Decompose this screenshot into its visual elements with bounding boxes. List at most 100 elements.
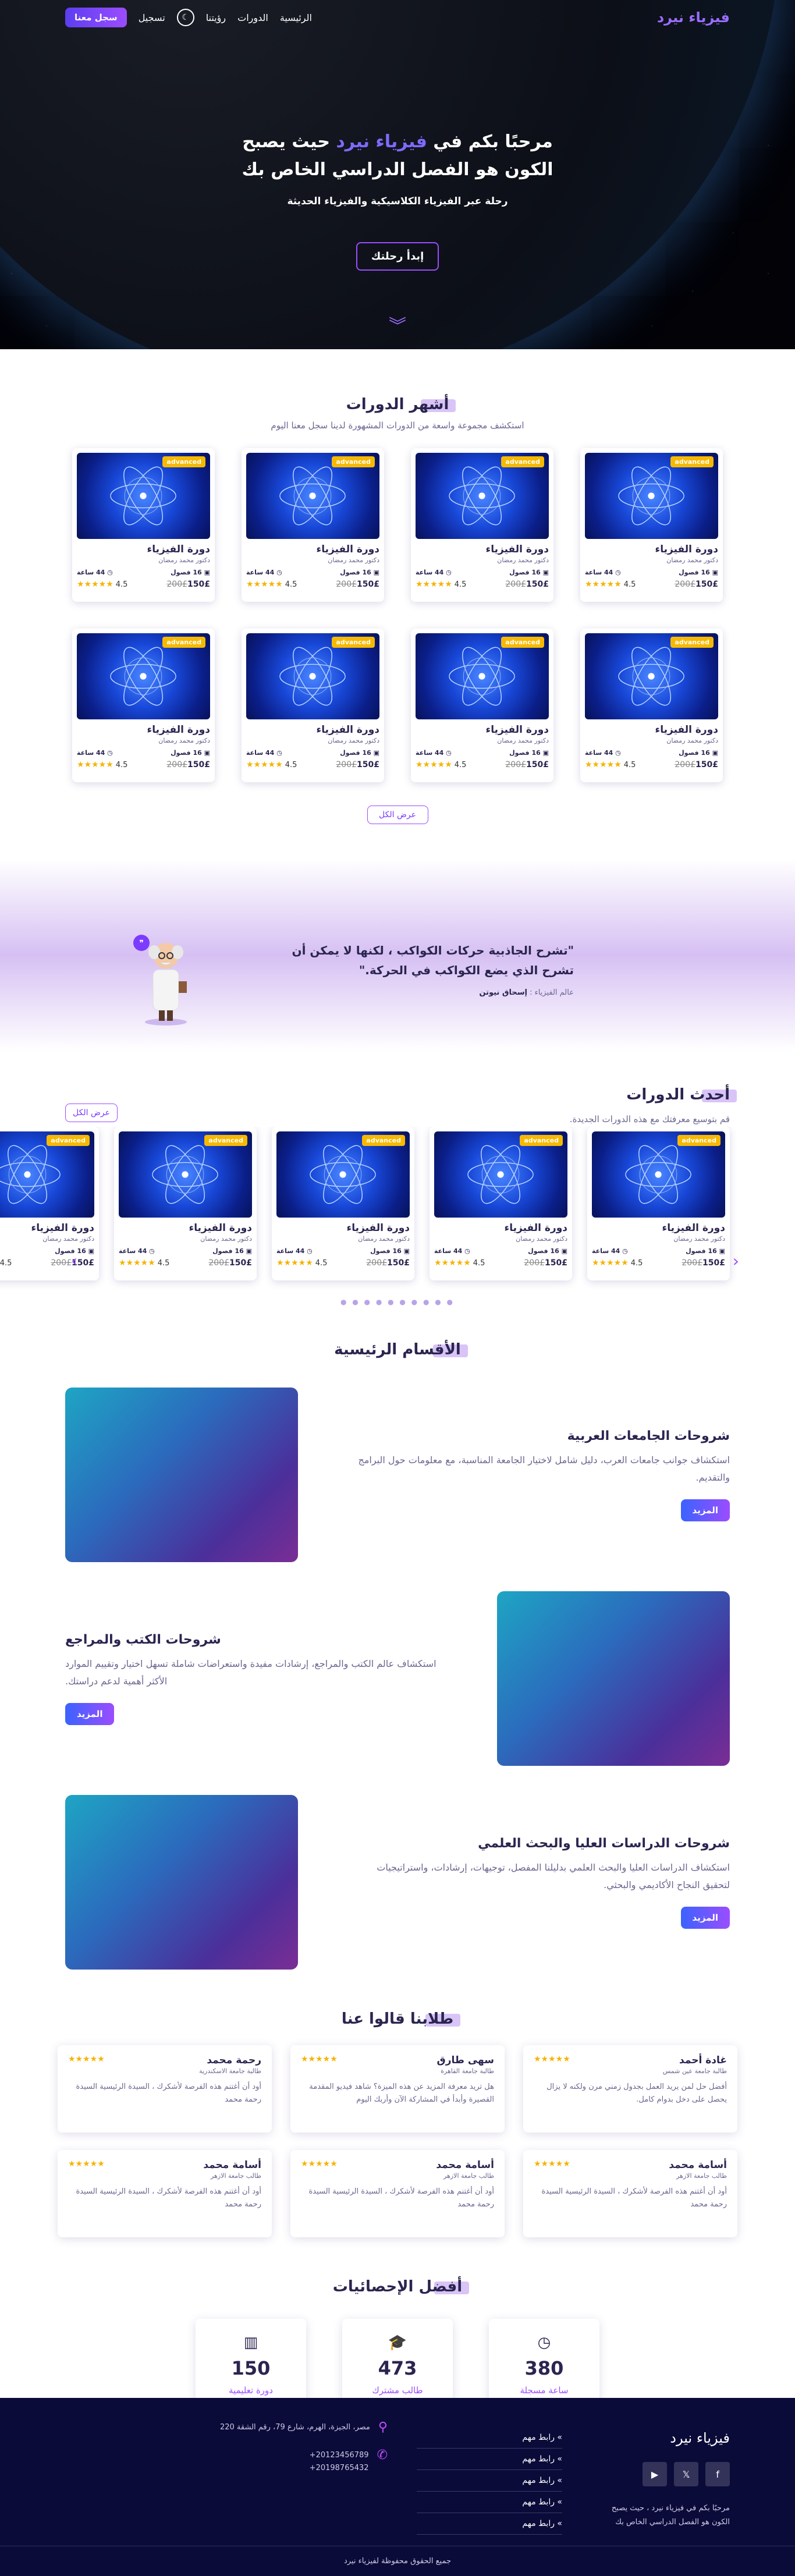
level-badge: advanced [501,637,544,648]
slider-next-icon[interactable]: › [71,1251,77,1271]
level-badge: advanced [362,1135,405,1146]
course-price: 200£150£ [164,760,210,769]
footer-link[interactable]: » رابط مهم [417,2427,562,2449]
course-card[interactable]: advanced دورة الفيزياء دكتور محمد رمضان … [72,448,215,602]
twitter-icon[interactable]: 𝕏 [674,2462,698,2486]
course-card[interactable]: advanced دورة الفيزياء دكتور محمد رمضان … [430,1127,572,1280]
course-card[interactable]: advanced دورة الفيزياء دكتور محمد رمضان … [580,448,723,602]
scroll-down-icon[interactable]: ︾ [0,311,795,337]
course-rating: 4.5★★★★★ [585,580,636,589]
latest-slider[interactable]: advanced دورة الفيزياء دكتور محمد رمضان … [0,1127,795,1301]
hours-count: ◷ 44 ساعة [246,749,282,757]
department-row: شروحات الكتب والمراجع استكشاف عالم الكتب… [65,1591,730,1766]
course-price: 200£150£ [364,1258,410,1268]
chapters-count: ▣ 16 فصول [340,749,379,757]
course-card[interactable]: advanced دورة الفيزياء دكتور محمد رمضان … [242,448,384,602]
course-author: دكتور محمد رمضان [497,556,549,564]
departments-section: الأقسام الرئيسية شروحات الجامعات العربية… [0,1341,795,1970]
phone-text[interactable]: 20123456789+ 20198765432+ [310,2449,369,2475]
level-badge: advanced [332,456,375,467]
nav-link-courses[interactable]: الدورات [237,12,268,23]
show-all-latest-button[interactable]: عرض الكل [65,1104,118,1122]
address-text: مصر، الجيزة، الهرم، شارع 79، رقم الشقة 2… [219,2423,370,2432]
youtube-icon[interactable]: ▶ [643,2462,667,2486]
course-card[interactable]: advanced دورة الفيزياء دكتور محمد رمضان … [0,1127,99,1280]
department-more-wrap: المزيد [65,1690,443,1725]
chapters-count: ▣ 16 فصول [509,569,549,576]
nav-link-vision[interactable]: رؤيتنا [206,12,226,23]
testimonial-university: طالب جامعة الازهر [676,2172,727,2180]
department-more-button[interactable]: المزيد [680,1499,730,1521]
course-rating: 4.5★★★★★ [585,760,636,769]
old-price: 200£ [675,580,696,589]
facebook-icon[interactable]: f [705,2462,730,2486]
course-card[interactable]: advanced دورة الفيزياء دكتور محمد رمضان … [411,629,553,782]
testimonials-section: طلابنا قالوا عنا غادة أحمد طالبة جامعة ع… [0,2010,795,2237]
professor-illustration: ❞ [133,935,187,1026]
course-price-row: 200£150£ 4.5★★★★★ [119,1258,252,1268]
show-all-popular-button[interactable]: عرض الكل [367,806,428,824]
hero-title-highlight: فيزياء نيرد [336,132,427,152]
department-more-button[interactable]: المزيد [65,1702,115,1725]
books-icon: ▥ [243,2334,258,2351]
course-card[interactable]: advanced دورة الفيزياء دكتور محمد رمضان … [580,629,723,782]
level-badge: advanced [670,456,714,467]
course-title: دورة الفيزياء [346,1222,410,1234]
popular-title: أشهر الدورات [346,396,449,413]
hours-count: ◷ 44 ساعة [77,749,113,757]
testimonial-university: طالب جامعة الازهر [443,2172,494,2180]
course-card[interactable]: advanced دورة الفيزياء دكتور محمد رمضان … [242,629,384,782]
current-price: 150£ [526,580,549,589]
course-thumbnail: advanced [416,633,549,719]
star-rating-icon: ★★★★★ [585,760,622,769]
course-rating: 4.5★★★★★ [77,760,128,769]
latest-header: أحدث الدورات قم بتوسيع معرفتك مع هذه الد… [0,1074,795,1127]
hours-count: ◷ 44 ساعة [585,569,621,576]
moon-icon[interactable]: ☾ [176,9,194,26]
hours-count: ◷ 44 ساعة [246,569,282,576]
signup-button[interactable]: سجل معنا [65,8,127,27]
footer-logo[interactable]: فيزياء نيرد [670,2430,730,2446]
old-price: 200£ [524,1258,545,1268]
address-item: ⚲ مصر، الجيزة، الهرم، شارع 79، رقم الشقة… [178,2421,388,2434]
testimonial-card: رحمة محمد طالبة جامعة الاسكندرية ★★★★★ أ… [58,2045,272,2133]
course-rating: 4.5★★★★★ [246,760,297,769]
course-title: دورة الفيزياء [316,544,379,555]
star-rating-icon: ★★★★★ [585,580,622,589]
testimonial-card: أسامة محمد طالب جامعة الازهر ★★★★★ أود أ… [290,2150,505,2237]
department-more-button[interactable]: المزيد [680,1906,730,1929]
start-journey-button[interactable]: إبدأ رحلتك [356,242,439,271]
chapters-count: ▣ 16 فصول [340,569,379,576]
course-card[interactable]: advanced دورة الفيزياء دكتور محمد رمضان … [272,1127,414,1280]
footer-link[interactable]: » رابط مهم [417,2470,562,2492]
course-card[interactable]: advanced دورة الفيزياء دكتور محمد رمضان … [114,1127,257,1280]
star-rating-icon: ★★★★★ [534,2159,570,2169]
course-price: 200£150£ [672,580,718,589]
nav-link-home[interactable]: الرئيسية [280,12,312,23]
course-price: 200£150£ [206,1258,252,1268]
footer-link[interactable]: » رابط مهم [417,2513,562,2535]
course-rating: 4.5★★★★★ [416,760,467,769]
department-row: شروحات الجامعات العربية استكشاف جوانب جا… [65,1388,730,1562]
level-badge: advanced [204,1135,247,1146]
course-author: دكتور محمد رمضان [358,1235,410,1243]
star-rating-icon: ★★★★★ [68,2159,105,2169]
course-author: دكتور محمد رمضان [666,737,718,744]
course-price: 200£150£ [679,1258,725,1268]
slider-prev-icon[interactable]: ‹ [733,1251,739,1271]
course-card[interactable]: advanced دورة الفيزياء دكتور محمد رمضان … [72,629,215,782]
site-logo[interactable]: فيزياء نيرد [657,9,730,26]
footer-link[interactable]: » رابط مهم [417,2449,562,2470]
popular-courses-section: أشهر الدورات استكشف مجموعة واسعة من الدو… [0,396,795,824]
stats-title: أفضل الإحصائيات [332,2278,463,2295]
footer-link[interactable]: » رابط مهم [417,2492,562,2513]
login-link[interactable]: تسجيل [139,12,165,23]
level-badge: advanced [47,1135,90,1146]
course-card[interactable]: advanced دورة الفيزياء دكتور محمد رمضان … [411,448,553,602]
course-author: دكتور محمد رمضان [497,737,549,744]
current-price: 150£ [229,1258,252,1268]
old-price: 200£ [366,1258,388,1268]
testimonial-head: غادة أحمد طالبة جامعة عين شمس ★★★★★ [534,2055,727,2075]
course-rating: 4.5★★★★★ [592,1258,643,1268]
course-card[interactable]: advanced دورة الفيزياء دكتور محمد رمضان … [587,1127,730,1280]
